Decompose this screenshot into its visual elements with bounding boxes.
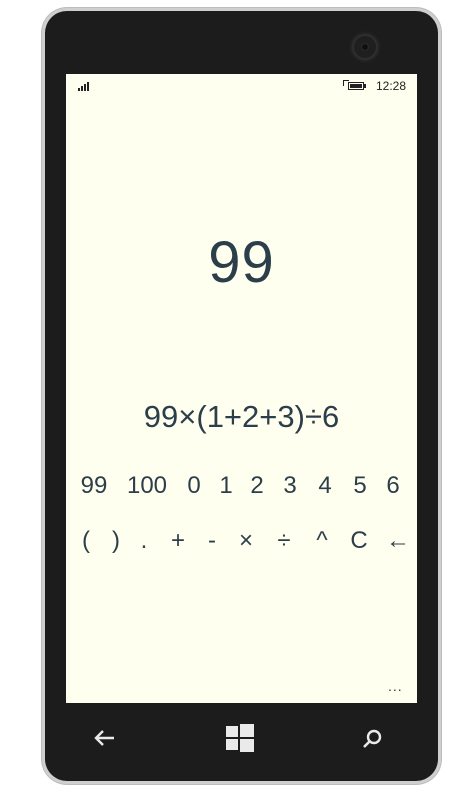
key-close-paren[interactable]: ) — [106, 527, 126, 555]
status-bar: 12:28 — [66, 74, 417, 98]
key-100[interactable]: 100 — [126, 472, 168, 500]
expression-display: 99×(1+2+3)÷6 — [143, 399, 340, 434]
key-clear[interactable]: C — [348, 527, 370, 555]
result-display: 99 — [208, 230, 275, 295]
key-decimal[interactable]: . — [134, 527, 154, 555]
key-6[interactable]: 6 — [382, 472, 404, 500]
key-plus[interactable]: + — [167, 527, 189, 555]
more-options-button[interactable]: ... — [388, 678, 403, 694]
key-2[interactable]: 2 — [246, 472, 268, 500]
windows-start-icon[interactable] — [226, 724, 254, 752]
key-open-paren[interactable]: ( — [76, 527, 96, 555]
key-5[interactable]: 5 — [349, 472, 371, 500]
key-99[interactable]: 99 — [78, 472, 110, 500]
key-divide[interactable]: ÷ — [273, 527, 295, 555]
battery-charging-icon — [343, 80, 366, 91]
signal-bars-icon — [78, 81, 94, 91]
key-3[interactable]: 3 — [279, 472, 301, 500]
key-4[interactable]: 4 — [314, 472, 336, 500]
front-camera — [352, 34, 378, 60]
app-screen: 12:28 99 99×(1+2+3)÷6 99 100 0 1 2 3 4 5… — [66, 74, 417, 703]
search-icon[interactable] — [361, 728, 383, 750]
key-minus[interactable]: - — [202, 527, 222, 555]
key-1[interactable]: 1 — [215, 472, 237, 500]
key-0[interactable]: 0 — [183, 472, 205, 500]
key-backspace[interactable]: ← — [385, 527, 411, 555]
status-time: 12:28 — [376, 79, 407, 93]
key-multiply[interactable]: × — [235, 527, 257, 555]
key-power[interactable]: ^ — [311, 527, 333, 555]
back-arrow-icon[interactable] — [92, 726, 118, 750]
